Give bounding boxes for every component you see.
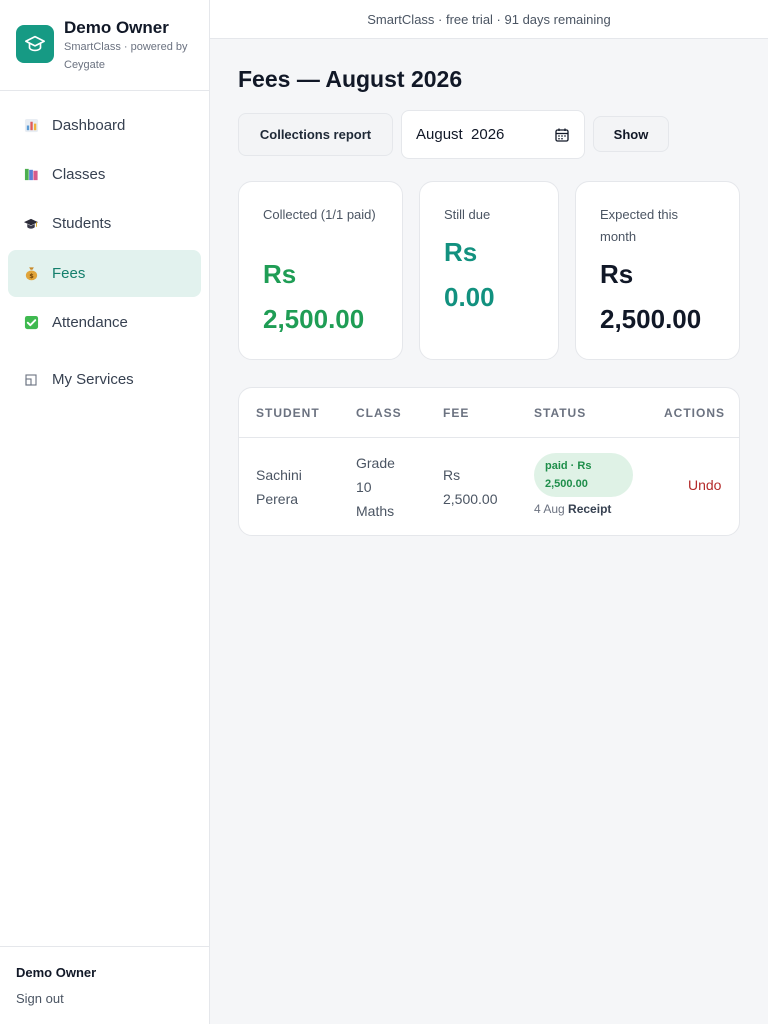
- column-header-fee: FEE: [443, 406, 470, 420]
- brand-subtitle: SmartClass · powered by Ceygate: [64, 41, 188, 71]
- bar-chart-icon: [23, 118, 39, 134]
- sidebar-footer: Demo Owner Sign out: [0, 946, 209, 1024]
- undo-button[interactable]: Undo: [688, 477, 721, 493]
- stat-amount: 2,500.00: [263, 304, 365, 334]
- stat-currency: Rs: [600, 259, 634, 289]
- stat-currency: Rs: [263, 259, 297, 289]
- sidebar-item-label: My Services: [52, 371, 134, 388]
- stat-card-expected: Expected this month Rs 2,500.00: [575, 181, 740, 360]
- show-button[interactable]: Show: [593, 116, 669, 152]
- column-header-status: STATUS: [534, 406, 587, 420]
- sidebar-item-classes[interactable]: Classes: [8, 151, 201, 198]
- sidebar-item-label: Classes: [52, 166, 106, 183]
- stat-card-still-due: Still due Rs 0.00: [419, 181, 559, 360]
- stat-amount: 0.00: [444, 282, 495, 312]
- sidebar-item-fees[interactable]: $ Fees: [8, 250, 201, 297]
- table-header-divider: [239, 437, 739, 438]
- money-bag-icon: $: [23, 266, 39, 282]
- stat-label: Collected (1/1 paid): [263, 207, 376, 222]
- brand-header: Demo Owner SmartClass · powered by Ceyga…: [0, 0, 209, 91]
- paid-date: 4 Aug: [534, 502, 565, 516]
- receipt-link[interactable]: Receipt: [568, 502, 611, 516]
- payment-meta: 4 Aug Receipt: [534, 502, 611, 516]
- brand-name: Demo Owner: [64, 18, 169, 37]
- fees-table: STUDENT CLASS FEE STATUS ACTIONS Sachini…: [238, 387, 740, 536]
- column-header-class: CLASS: [356, 406, 402, 420]
- sidebar-item-label: Students: [52, 215, 112, 232]
- page-title: Fees — August 2026: [238, 66, 463, 92]
- month-picker-input[interactable]: August 2026: [401, 110, 585, 159]
- column-header-actions: ACTIONS: [664, 406, 725, 420]
- status-badge: paid · Rs 2,500.00: [534, 453, 633, 497]
- calendar-icon[interactable]: [554, 127, 570, 143]
- stat-currency: Rs: [444, 237, 478, 267]
- cell-class: Grade 10 Maths: [356, 455, 395, 519]
- graduation-cap-icon: [16, 25, 54, 63]
- cell-student: Sachini Perera: [256, 467, 302, 507]
- sidebar-item-label: Attendance: [52, 314, 128, 331]
- trial-banner: SmartClass · free trial · 91 days remain…: [210, 0, 768, 39]
- sidebar: Demo Owner SmartClass · powered by Ceyga…: [0, 0, 210, 1024]
- month-picker-value: August 2026: [416, 126, 505, 143]
- stat-amount: 2,500.00: [600, 304, 702, 334]
- sidebar-item-label: Fees: [52, 265, 86, 282]
- column-header-student: STUDENT: [256, 406, 320, 420]
- stat-label: Expected this month: [600, 207, 679, 244]
- checkbox-icon: [23, 315, 39, 331]
- sidebar-item-dashboard[interactable]: Dashboard: [8, 102, 201, 149]
- sidebar-item-attendance[interactable]: Attendance: [8, 299, 201, 346]
- sign-out-link[interactable]: Sign out: [16, 991, 64, 1006]
- current-user-name: Demo Owner: [16, 965, 97, 980]
- sidebar-item-my-services[interactable]: My Services: [8, 356, 201, 403]
- sidebar-item-label: Dashboard: [52, 117, 126, 134]
- stat-label: Still due: [444, 207, 491, 222]
- stat-card-collected: Collected (1/1 paid) Rs 2,500.00: [238, 181, 403, 360]
- graduation-cap-icon: [23, 216, 39, 232]
- svg-text:$: $: [29, 272, 34, 280]
- sidebar-item-students[interactable]: Students: [8, 200, 201, 247]
- collections-report-button[interactable]: Collections report: [238, 113, 393, 156]
- trial-banner-text: SmartClass · free trial · 91 days remain…: [367, 11, 611, 27]
- cell-fee: Rs 2,500.00: [443, 467, 498, 507]
- books-icon: [23, 167, 39, 183]
- services-icon: [23, 372, 39, 388]
